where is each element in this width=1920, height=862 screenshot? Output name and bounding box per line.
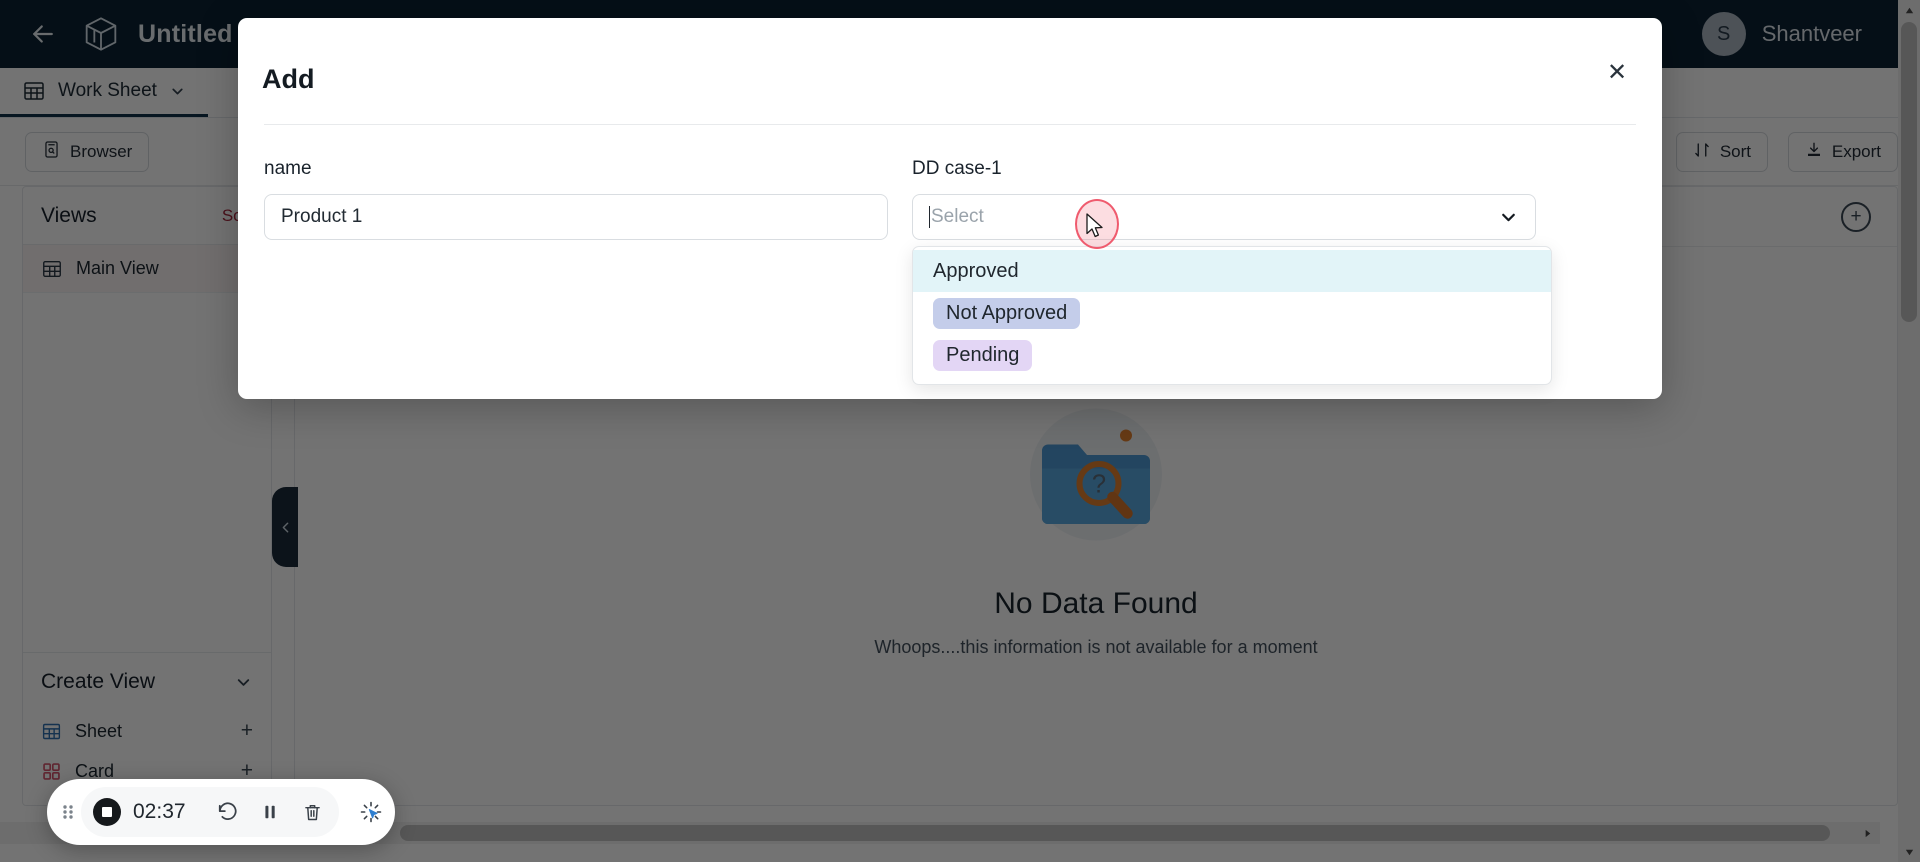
field-dd-case: DD case-1 Select Approved Not Approved P… <box>912 158 1552 385</box>
chevron-down-icon[interactable] <box>1498 207 1519 228</box>
pause-icon[interactable] <box>255 797 285 827</box>
recorder-controls: 02:37 <box>81 787 339 837</box>
dd-option-approved[interactable]: Approved <box>913 250 1551 292</box>
dd-case-select-wrapper: Select Approved Not Approved Pending <box>912 194 1552 385</box>
close-icon[interactable]: ✕ <box>1602 58 1632 88</box>
recording-timer: 02:37 <box>133 800 186 823</box>
trash-icon[interactable] <box>297 797 327 827</box>
dd-case-options-list: Approved Not Approved Pending <box>912 246 1552 385</box>
dd-option-label: Pending <box>933 339 1033 371</box>
dd-case-placeholder: Select <box>931 206 984 227</box>
text-caret <box>929 206 930 228</box>
restart-icon[interactable] <box>213 797 243 827</box>
mouse-cursor-icon <box>1086 213 1103 238</box>
cursor-sparkle-icon[interactable] <box>359 797 383 827</box>
dd-option-not-approved[interactable]: Not Approved <box>913 292 1551 334</box>
stop-record-icon[interactable] <box>93 798 121 826</box>
dd-option-pending[interactable]: Pending <box>913 334 1551 376</box>
screen-recorder-toolbar: 02:37 <box>47 779 395 845</box>
drag-handle-icon[interactable] <box>61 797 75 827</box>
field-name: name <box>264 158 888 240</box>
dd-option-label: Approved <box>933 259 1019 282</box>
modal-divider <box>264 124 1636 125</box>
dd-case-select[interactable]: Select <box>912 194 1536 240</box>
field-name-label: name <box>264 158 312 179</box>
dd-option-label: Not Approved <box>933 297 1081 329</box>
modal-title: Add <box>262 64 315 94</box>
field-dd-case-label: DD case-1 <box>912 158 1002 179</box>
add-record-modal: Add ✕ name DD case-1 Select App <box>238 18 1662 399</box>
modal-body: name DD case-1 Select Approved <box>264 158 1636 385</box>
name-input[interactable] <box>264 194 888 240</box>
